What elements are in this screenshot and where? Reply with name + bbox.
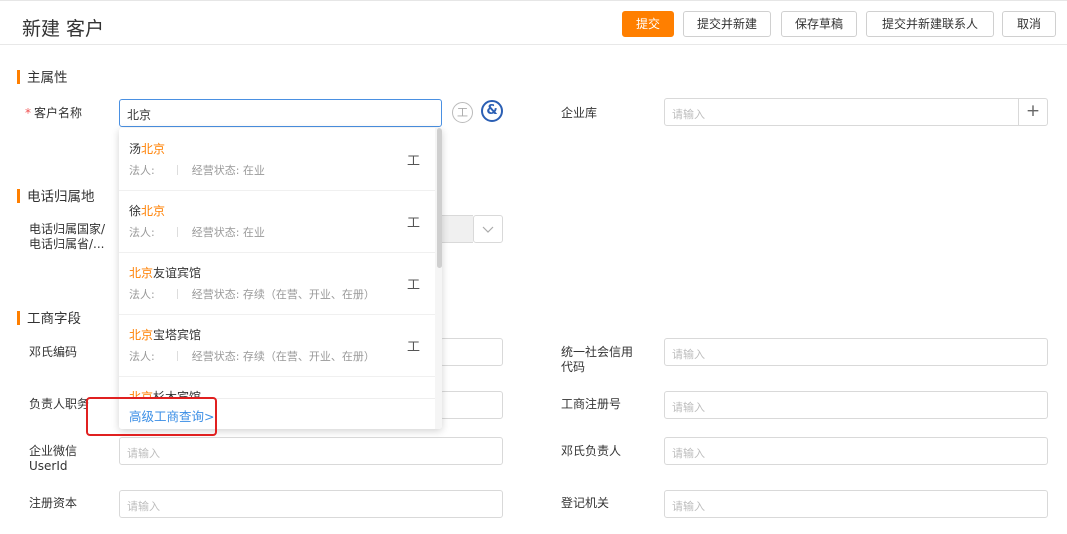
phone-country-label: 电话归属国家/电话归属省/... bbox=[29, 222, 105, 252]
suggestion-meta: 法人: 经营状态: 存续（在营、开业、在册） bbox=[129, 286, 375, 302]
business-status: 经营状态: 在业 bbox=[191, 226, 265, 239]
suggestion-item[interactable]: 北京宝塔宾馆 法人: 经营状态: 存续（在营、开业、在册） 工 bbox=[119, 314, 435, 377]
placeholder-text: 请输入 bbox=[672, 348, 705, 361]
page-title: 新建 客户 bbox=[22, 18, 105, 40]
legal-person: 法人: bbox=[129, 288, 155, 301]
cancel-button[interactable]: 取消 bbox=[1002, 11, 1056, 37]
reg-no-label: 工商注册号 bbox=[561, 397, 622, 411]
save-draft-button[interactable]: 保存草稿 bbox=[781, 11, 857, 37]
gong-icon: 工 bbox=[407, 216, 421, 231]
add-icon[interactable]: + bbox=[1018, 99, 1047, 125]
suggestion-name: 北京宝塔宾馆 bbox=[129, 326, 201, 343]
gong-icon: 工 bbox=[407, 278, 421, 293]
customer-name-label: * 客户名称 bbox=[25, 106, 82, 121]
section-main-label: 主属性 bbox=[27, 70, 68, 86]
phone-select-left[interactable] bbox=[440, 215, 473, 243]
placeholder-text: 请输入 bbox=[127, 447, 160, 460]
divider bbox=[176, 165, 178, 175]
business-status: 经营状态: 在业 bbox=[191, 164, 265, 177]
suggestion-item[interactable]: 徐北京 法人: 经营状态: 在业 工 bbox=[119, 190, 435, 253]
name-prefix: 徐 bbox=[129, 204, 142, 218]
name-highlight: 北京 bbox=[141, 204, 166, 218]
business-status: 经营状态: 存续（在营、开业、在册） bbox=[191, 288, 375, 301]
suggestion-meta: 法人: 经营状态: 在业 bbox=[129, 162, 265, 178]
submit-and-new-button[interactable]: 提交并新建 bbox=[683, 11, 771, 37]
gong-icon: 工 bbox=[407, 340, 421, 355]
phone-select-arrow[interactable] bbox=[473, 215, 503, 243]
section-bar bbox=[17, 70, 20, 84]
deng-leader-input[interactable]: 请输入 bbox=[664, 437, 1048, 465]
credit-code-input[interactable]: 请输入 bbox=[664, 338, 1048, 366]
suggestion-meta: 法人: 经营状态: 存续（在营、开业、在册） bbox=[129, 348, 375, 364]
credit-code-label: 统一社会信用 代码 bbox=[561, 345, 633, 375]
divider bbox=[176, 289, 178, 299]
reg-no-input[interactable]: 请输入 bbox=[664, 391, 1048, 419]
phone-label-line1: 电话归属国家/ bbox=[29, 222, 106, 236]
section-phone-title: 电话归属地 bbox=[17, 185, 95, 205]
name-highlight: 北京 bbox=[129, 328, 154, 342]
divider bbox=[176, 351, 178, 361]
section-bar bbox=[17, 311, 20, 325]
legal-person: 法人: bbox=[129, 164, 155, 177]
placeholder-text: 请输入 bbox=[672, 401, 705, 414]
customer-name-text: 客户名称 bbox=[34, 106, 83, 120]
legal-person: 法人: bbox=[129, 226, 155, 239]
leader-post-label: 负责人职务 bbox=[29, 397, 90, 411]
legal-person: 法人: bbox=[129, 350, 155, 363]
wechat-line2: UserId bbox=[29, 459, 68, 473]
placeholder-text: 请输入 bbox=[672, 447, 705, 460]
placeholder-text: 请输入 bbox=[127, 500, 160, 513]
enterprise-placeholder: 请输入 bbox=[672, 108, 705, 121]
enterprise-label: 企业库 bbox=[561, 106, 598, 120]
name-highlight: 北京 bbox=[129, 266, 154, 280]
customer-name-input[interactable]: 北京 bbox=[119, 99, 442, 127]
section-phone-label: 电话归属地 bbox=[27, 189, 95, 205]
suggestion-name: 北京友谊宾馆 bbox=[129, 264, 201, 281]
chevron-down-icon bbox=[482, 226, 494, 233]
credit-code-line2: 代码 bbox=[561, 360, 586, 374]
suggestion-name: 汤北京 bbox=[129, 140, 165, 157]
customer-name-value: 北京 bbox=[127, 108, 152, 122]
authority-input[interactable]: 请输入 bbox=[664, 490, 1048, 518]
section-main-title: 主属性 bbox=[17, 66, 68, 86]
name-highlight: 北京 bbox=[141, 142, 166, 156]
deng-code-label: 邓氏编码 bbox=[29, 345, 78, 359]
wechat-userid-input[interactable]: 请输入 bbox=[119, 437, 503, 465]
business-status: 经营状态: 存续（在营、开业、在册） bbox=[191, 350, 375, 363]
name-prefix: 汤 bbox=[129, 142, 142, 156]
wechat-userid-label: 企业微信 UserId bbox=[29, 444, 77, 474]
name-suffix: 宝塔宾馆 bbox=[153, 328, 202, 342]
suggestion-item[interactable]: 北京友谊宾馆 法人: 经营状态: 存续（在营、开业、在册） 工 bbox=[119, 252, 435, 315]
divider bbox=[176, 227, 178, 237]
placeholder-text: 请输入 bbox=[672, 500, 705, 513]
suggestion-meta: 法人: 经营状态: 在业 bbox=[129, 224, 265, 240]
gong-glyph: 工 bbox=[457, 106, 468, 119]
section-business-label: 工商字段 bbox=[27, 311, 81, 327]
section-business-title: 工商字段 bbox=[17, 307, 81, 327]
wechat-line1: 企业微信 bbox=[29, 444, 78, 458]
gong-icon: 工 bbox=[407, 154, 421, 169]
name-suffix: 友谊宾馆 bbox=[153, 266, 202, 280]
scrollbar-thumb[interactable] bbox=[437, 128, 442, 268]
enterprise-input[interactable]: 请输入 + bbox=[664, 98, 1048, 126]
business-lookup-icon[interactable]: 工 bbox=[452, 102, 473, 123]
credit-code-line1: 统一社会信用 bbox=[561, 345, 634, 359]
company-suggestion-dropdown: 汤北京 法人: 经营状态: 在业 工 徐北京 法人: 经营状态: 在业 工 北京友谊… bbox=[119, 128, 442, 429]
leader-post-input[interactable] bbox=[440, 391, 503, 419]
section-bar bbox=[17, 189, 20, 203]
submit-button[interactable]: 提交 bbox=[622, 11, 674, 37]
deng-lookup-icon[interactable]: & bbox=[481, 100, 503, 122]
suggestion-name: 徐北京 bbox=[129, 202, 165, 219]
deng-code-input[interactable] bbox=[440, 338, 503, 366]
page-header: 新建 客户 提交 提交并新建 保存草稿 提交并新建联系人 取消 bbox=[0, 4, 1067, 45]
submit-new-contact-button[interactable]: 提交并新建联系人 bbox=[866, 11, 994, 37]
phone-label-line2: 电话归属省/... bbox=[29, 237, 105, 251]
required-mark: * bbox=[25, 106, 31, 120]
capital-label: 注册资本 bbox=[29, 496, 78, 510]
deng-leader-label: 邓氏负责人 bbox=[561, 444, 622, 458]
highlight-box bbox=[86, 397, 217, 436]
capital-input[interactable]: 请输入 bbox=[119, 490, 503, 518]
authority-label: 登记机关 bbox=[561, 496, 610, 510]
suggestion-item[interactable]: 汤北京 法人: 经营状态: 在业 工 bbox=[119, 128, 435, 191]
